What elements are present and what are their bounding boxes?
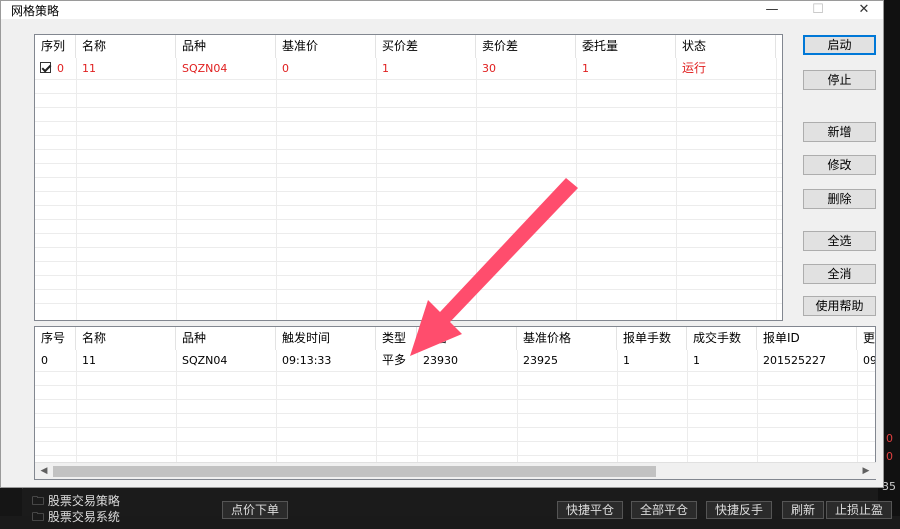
deselect-all-button[interactable]: 全消 xyxy=(803,264,876,284)
cell-order-qty: 1 xyxy=(582,62,589,75)
cell-name: 11 xyxy=(82,354,96,367)
table-row[interactable]: 0 11 SQZN04 09:13:33 平多 23930 23925 1 1 … xyxy=(35,350,875,371)
select-all-button[interactable]: 全选 xyxy=(803,231,876,251)
cell-order-lots: 1 xyxy=(623,354,630,367)
column-header[interactable]: 买价差 xyxy=(376,35,476,58)
stop-button[interactable]: 停止 xyxy=(803,70,876,90)
row-checkbox[interactable] xyxy=(40,62,51,73)
cell-filled-lots: 1 xyxy=(693,354,700,367)
grid-strategy-dialog: 网格策略 — ☐ ✕ 序列 名称 品种 基准价 买价差 卖价差 委托量 状态 0… xyxy=(0,0,884,488)
right-digit: 0 xyxy=(886,432,893,445)
column-header[interactable]: 触发时间 xyxy=(276,327,376,350)
strategy-table: 序列 名称 品种 基准价 买价差 卖价差 委托量 状态 0 11 SQZN04 … xyxy=(34,34,783,321)
column-header[interactable]: 状态 xyxy=(676,35,776,58)
help-button[interactable]: 使用帮助 xyxy=(803,296,876,316)
scroll-right-icon[interactable]: ▶ xyxy=(858,464,874,478)
cell-index: 0 xyxy=(41,354,48,367)
trigger-table-header: 序号 名称 品种 触发时间 类型 价格 基准价格 报单手数 成交手数 报单ID … xyxy=(35,327,875,350)
cell-sell-spread: 30 xyxy=(482,62,496,75)
window-title: 网格策略 xyxy=(11,4,60,18)
column-header[interactable]: 报单ID xyxy=(757,327,857,350)
folder-icon: 🗀 xyxy=(32,494,45,508)
edit-button[interactable]: 修改 xyxy=(803,155,876,175)
column-header[interactable]: 卖价差 xyxy=(476,35,576,58)
cell-base-price: 23925 xyxy=(523,354,558,367)
column-header[interactable]: 品种 xyxy=(176,35,276,58)
trigger-table: 序号 名称 品种 触发时间 类型 价格 基准价格 报单手数 成交手数 报单ID … xyxy=(34,326,876,480)
title-bar: 网格策略 — ☐ ✕ xyxy=(1,1,883,19)
column-header[interactable]: 类型 xyxy=(376,327,417,350)
column-header[interactable]: 基准价 xyxy=(276,35,376,58)
column-header[interactable]: 名称 xyxy=(76,327,176,350)
quick-close-button[interactable]: 快捷平仓 xyxy=(557,501,624,519)
start-button[interactable]: 启动 xyxy=(803,35,876,55)
price-order-button[interactable]: 点价下单 xyxy=(222,501,289,519)
column-header[interactable]: 品种 xyxy=(176,327,276,350)
tree-item-label: 股票交易策略 xyxy=(47,494,120,508)
column-header[interactable]: 价格 xyxy=(417,327,517,350)
cell-more: 09 xyxy=(863,354,876,367)
strategy-table-header: 序列 名称 品种 基准价 买价差 卖价差 委托量 状态 xyxy=(35,35,782,58)
cell-index: 0 xyxy=(57,62,64,75)
cell-status: 运行 xyxy=(682,61,707,75)
cell-order-id: 201525227 xyxy=(763,354,826,367)
column-header[interactable]: 名称 xyxy=(76,35,176,58)
column-header[interactable]: 序列 xyxy=(35,35,76,58)
scrollbar-thumb[interactable] xyxy=(53,466,656,477)
right-digit: 0 xyxy=(886,450,893,463)
cell-type: 平多 xyxy=(382,353,407,367)
cell-symbol: SQZN04 xyxy=(182,354,228,367)
tree-item-stock-system[interactable]: 🗀 股票交易系统 xyxy=(32,508,120,529)
tree-item-label: 股票交易系统 xyxy=(47,510,120,524)
right-digit: 35 xyxy=(882,480,896,493)
column-header[interactable]: 序号 xyxy=(35,327,76,350)
maximize-icon[interactable]: ☐ xyxy=(803,1,833,19)
cell-base-price: 0 xyxy=(282,62,289,75)
delete-button[interactable]: 删除 xyxy=(803,189,876,209)
column-header[interactable]: 报单手数 xyxy=(617,327,687,350)
add-button[interactable]: 新增 xyxy=(803,122,876,142)
cell-name: 11 xyxy=(82,62,96,75)
cell-price: 23930 xyxy=(423,354,458,367)
minimize-icon[interactable]: — xyxy=(757,1,787,19)
folder-icon: 🗀 xyxy=(32,510,45,524)
refresh-button[interactable]: 刷新 xyxy=(782,501,825,519)
table-row[interactable]: 0 11 SQZN04 0 1 30 1 运行 xyxy=(35,58,782,79)
close-all-button[interactable]: 全部平仓 xyxy=(631,501,698,519)
column-header[interactable]: 成交手数 xyxy=(687,327,757,350)
column-header[interactable]: 委托量 xyxy=(576,35,676,58)
cell-buy-spread: 1 xyxy=(382,62,389,75)
cell-trigger-time: 09:13:33 xyxy=(282,354,332,367)
column-header[interactable]: 基准价格 xyxy=(517,327,617,350)
horizontal-scrollbar[interactable]: ◀ ▶ xyxy=(35,462,876,479)
close-icon[interactable]: ✕ xyxy=(849,1,879,19)
column-header[interactable]: 更 xyxy=(857,327,875,350)
quick-reverse-button[interactable]: 快捷反手 xyxy=(706,501,773,519)
cell-symbol: SQZN04 xyxy=(182,62,228,75)
scroll-left-icon[interactable]: ◀ xyxy=(36,464,52,478)
stop-loss-button[interactable]: 止损止盈 xyxy=(826,501,893,519)
